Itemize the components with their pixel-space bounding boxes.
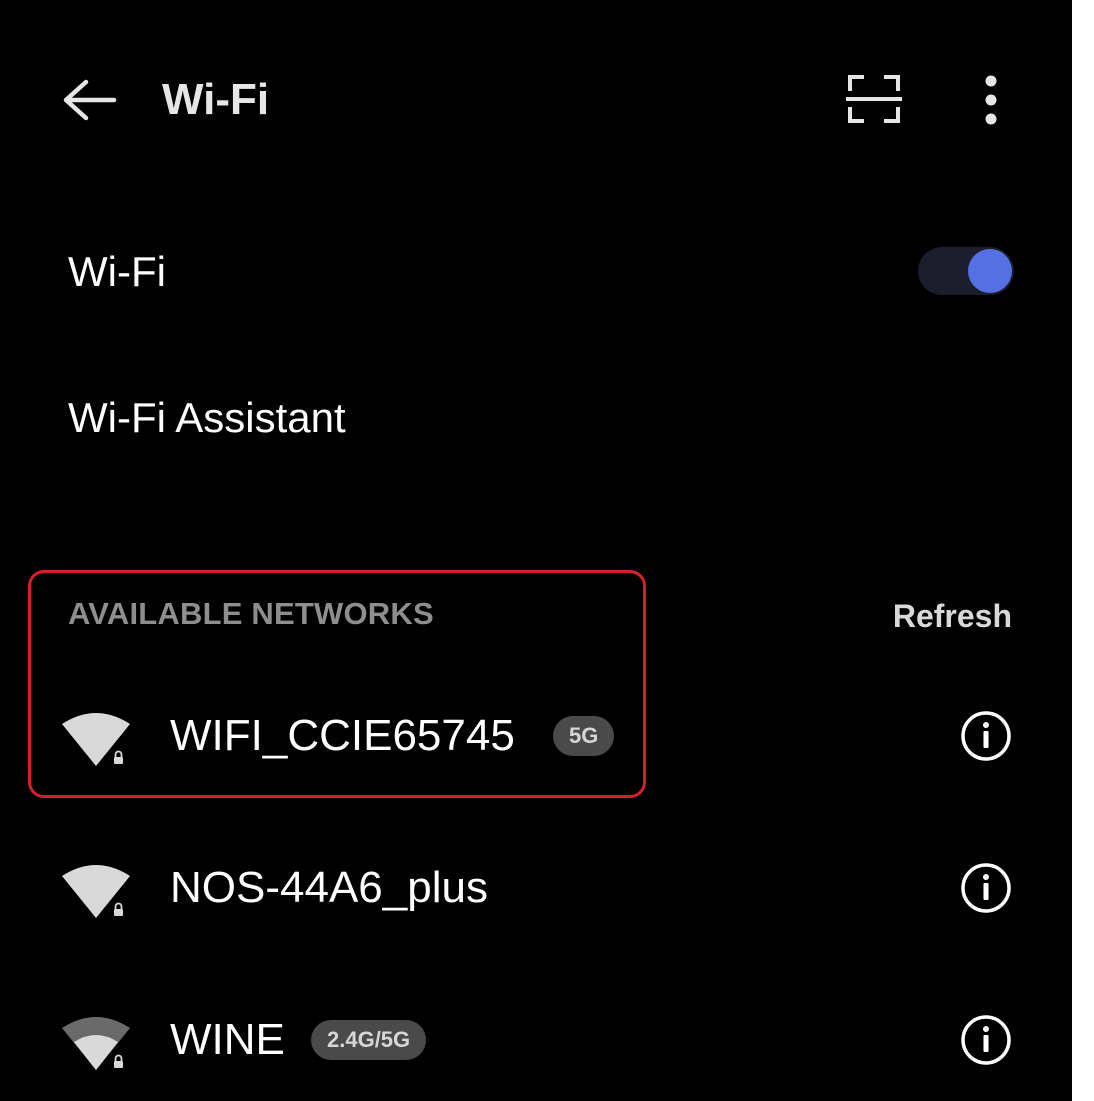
page-title: Wi-Fi	[162, 75, 270, 124]
band-badge: 2.4G/5G	[311, 1020, 427, 1060]
network-name: WINE	[170, 1015, 285, 1064]
wifi-assistant-item[interactable]: Wi-Fi Assistant	[68, 392, 346, 444]
refresh-button[interactable]: Refresh	[893, 596, 1012, 636]
network-name: NOS-44A6_plus	[170, 863, 488, 912]
wifi-toggle-switch[interactable]	[918, 247, 1014, 295]
scan-qr-icon[interactable]	[846, 73, 902, 125]
info-icon[interactable]	[960, 1014, 1012, 1066]
wifi-toggle-label: Wi-Fi	[68, 248, 166, 295]
wifi-signal-locked-icon	[60, 1012, 134, 1074]
back-arrow-icon[interactable]	[60, 78, 118, 122]
network-item[interactable]: NOS-44A6_plus	[0, 838, 1072, 938]
more-options-icon[interactable]	[978, 74, 1004, 126]
info-icon[interactable]	[960, 862, 1012, 914]
wifi-signal-locked-icon	[60, 860, 134, 922]
network-item[interactable]: WINE 2.4G/5G	[0, 990, 1072, 1090]
wifi-settings-screen: Wi-Fi Wi-Fi Wi-Fi Assistant AVAILABLE NE…	[0, 0, 1072, 1101]
highlight-annotation-box	[28, 570, 646, 798]
info-icon[interactable]	[960, 710, 1012, 762]
toggle-knob	[968, 249, 1012, 293]
